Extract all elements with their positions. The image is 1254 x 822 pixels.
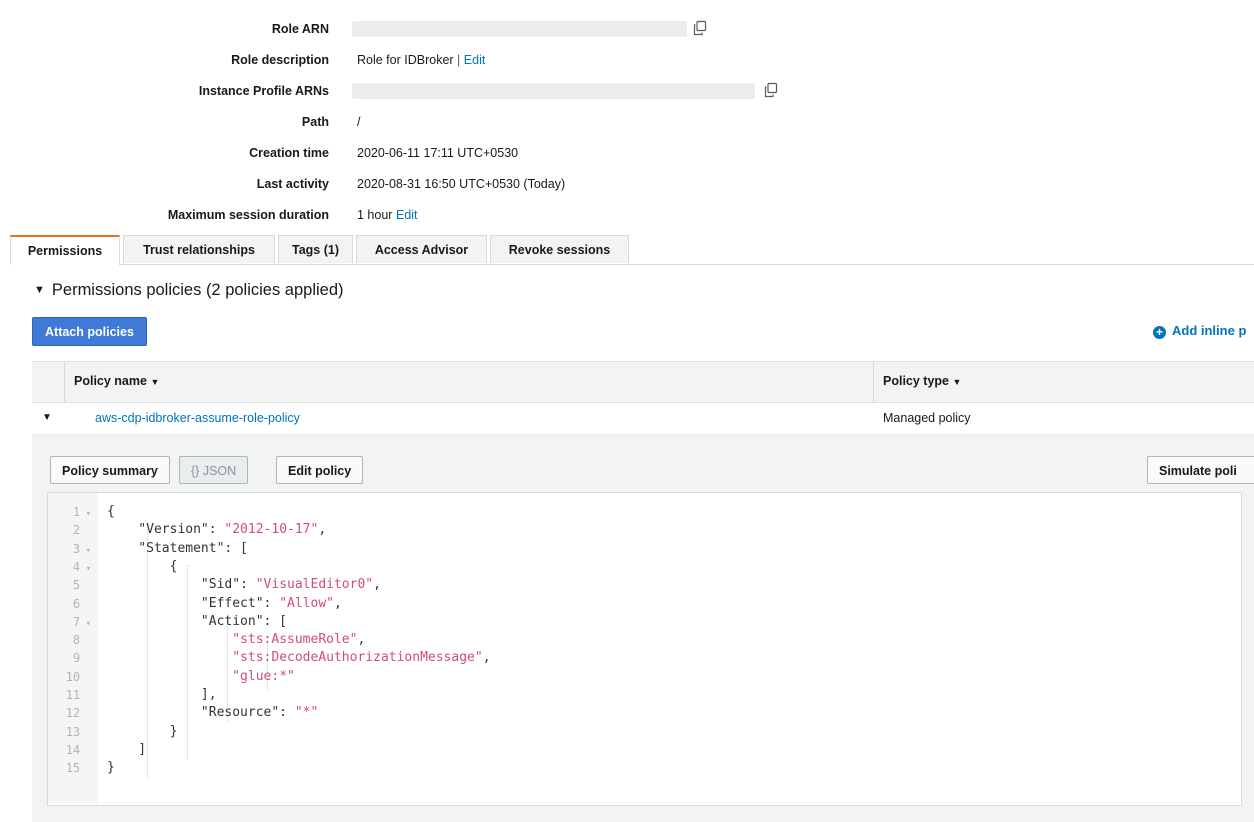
code-line: "sts:DecodeAuthorizationMessage", bbox=[232, 650, 491, 666]
fold-caret-icon[interactable]: ▾ bbox=[80, 564, 91, 574]
fold-caret-icon[interactable]: ▾ bbox=[80, 509, 91, 519]
copy-icon[interactable] bbox=[763, 82, 779, 98]
line-number: 14 bbox=[65, 742, 81, 757]
add-inline-label: Add inline p bbox=[1172, 323, 1247, 338]
code-line: "glue:*" bbox=[232, 668, 295, 684]
code-line: ], bbox=[107, 687, 217, 702]
role-description-label: Role description bbox=[231, 53, 329, 67]
role-description-value: Role for IDBroker bbox=[357, 53, 454, 67]
max-session-value-wrap: 1 hour Edit bbox=[357, 208, 417, 222]
line-number: 3 ▾ bbox=[72, 541, 91, 556]
creation-time-label: Creation time bbox=[249, 146, 329, 160]
role-description-value-wrap: Role for IDBroker | Edit bbox=[357, 53, 485, 67]
copy-icon[interactable] bbox=[692, 20, 708, 36]
role-summary: Role ARN Role description Role for IDBro… bbox=[0, 14, 1254, 231]
code-line: "sts:AssumeRole", bbox=[232, 632, 366, 648]
line-number: 6 bbox=[72, 596, 81, 611]
role-arn-row: Role ARN bbox=[0, 14, 1254, 45]
max-session-label: Maximum session duration bbox=[167, 208, 329, 222]
caret-down-icon: ▼ bbox=[34, 284, 45, 296]
edit-description-link[interactable]: Edit bbox=[464, 53, 486, 67]
line-number: 15 bbox=[65, 761, 81, 776]
permissions-policies-header[interactable]: ▼ Permissions policies (2 policies applie… bbox=[34, 281, 344, 300]
section-title-text: Permissions policies (2 policies applied… bbox=[51, 281, 344, 299]
tab-permissions[interactable]: Permissions bbox=[10, 235, 120, 265]
role-arn-label: Role ARN bbox=[271, 22, 329, 36]
code-line: ] bbox=[107, 741, 147, 757]
sort-caret-icon: ▼ bbox=[952, 377, 962, 387]
max-session-value: 1 hour bbox=[357, 208, 393, 222]
line-number: 11 bbox=[65, 688, 81, 702]
line-number: 5 bbox=[72, 578, 81, 593]
instance-profile-row: Instance Profile ARNs bbox=[0, 76, 1254, 107]
code-line: } bbox=[107, 723, 178, 739]
line-number: 2 bbox=[72, 523, 81, 538]
fold-caret-icon[interactable]: ▾ bbox=[80, 546, 91, 556]
line-number: 9 bbox=[72, 651, 81, 666]
max-session-row: Maximum session duration 1 hour Edit bbox=[0, 200, 1254, 231]
column-policy-name[interactable]: Policy name ▼ bbox=[74, 374, 159, 388]
policy-summary-button[interactable]: Policy summary bbox=[50, 456, 170, 484]
tab-trust-relationships[interactable]: Trust relationships bbox=[123, 235, 275, 263]
instance-profile-value-redacted bbox=[352, 83, 755, 99]
column-policy-name-label: Policy name bbox=[74, 374, 147, 388]
table-row: ▼ aws-cdp-idbroker-assume-role-policy Ma… bbox=[32, 402, 1254, 435]
expand-row-icon[interactable]: ▼ bbox=[42, 412, 52, 423]
role-tabs: Permissions Trust relationships Tags (1)… bbox=[10, 235, 1254, 265]
json-button[interactable]: {} JSON bbox=[179, 456, 249, 484]
line-number: 10 bbox=[65, 669, 81, 684]
policies-table-header: Policy name ▼ Policy type ▼ bbox=[32, 361, 1254, 403]
simulate-policy-button[interactable]: Simulate poli bbox=[1147, 456, 1254, 484]
creation-time-row: Creation time 2020-06-11 17:11 UTC+0530 bbox=[0, 138, 1254, 169]
column-policy-type-label: Policy type bbox=[883, 374, 949, 388]
instance-profile-label: Instance Profile ARNs bbox=[198, 84, 329, 98]
code-line: "Action": [ bbox=[107, 613, 288, 629]
line-number: 7 ▾ bbox=[72, 614, 91, 629]
path-value: / bbox=[357, 115, 361, 129]
last-activity-value: 2020-08-31 16:50 UTC+0530 (Today) bbox=[357, 177, 566, 191]
line-number: 4 ▾ bbox=[72, 559, 91, 574]
path-row: Path / bbox=[0, 107, 1254, 138]
fold-caret-icon[interactable]: ▾ bbox=[80, 619, 91, 629]
code-line: "Sid": "VisualEditor0", bbox=[107, 577, 381, 593]
last-activity-label: Last activity bbox=[256, 177, 329, 191]
column-divider bbox=[873, 362, 874, 402]
policy-name-link[interactable]: aws-cdp-idbroker-assume-role-policy bbox=[95, 411, 300, 425]
expand-column-header bbox=[32, 362, 65, 402]
edit-session-duration-link[interactable]: Edit bbox=[396, 208, 418, 222]
tab-revoke-sessions[interactable]: Revoke sessions bbox=[490, 235, 629, 263]
code-line: "Resource": "*" bbox=[107, 705, 319, 721]
sort-caret-icon: ▼ bbox=[150, 377, 160, 387]
separator: | bbox=[457, 53, 461, 67]
add-inline-policy-link[interactable]: + Add inline p bbox=[1153, 323, 1246, 339]
tab-access-advisor[interactable]: Access Advisor bbox=[356, 235, 487, 263]
policy-type-value: Managed policy bbox=[883, 411, 971, 425]
code-line: } bbox=[107, 760, 115, 776]
code-line: { bbox=[107, 504, 115, 519]
creation-time-value: 2020-06-11 17:11 UTC+0530 bbox=[357, 146, 519, 160]
json-editor[interactable]: 1 ▾ {2 "Version": "2012-10-17", 3 ▾ "State… bbox=[47, 492, 1242, 806]
edit-policy-button[interactable]: Edit policy bbox=[276, 456, 364, 484]
role-arn-value-redacted bbox=[352, 21, 687, 37]
code-line: "Version": "2012-10-17", bbox=[107, 522, 327, 538]
line-number: 8 bbox=[72, 633, 81, 648]
plus-circle-icon: + bbox=[1153, 326, 1166, 339]
role-description-row: Role description Role for IDBroker | Edi… bbox=[0, 45, 1254, 76]
last-activity-row: Last activity 2020-08-31 16:50 UTC+0530 … bbox=[0, 169, 1254, 200]
column-policy-type[interactable]: Policy type ▼ bbox=[883, 374, 961, 388]
line-number: 13 bbox=[65, 724, 81, 739]
code-line: "Effect": "Allow", bbox=[107, 595, 342, 611]
attach-policies-button[interactable]: Attach policies bbox=[32, 317, 147, 346]
line-number: 1 ▾ bbox=[72, 505, 91, 519]
path-label: Path bbox=[301, 115, 329, 129]
code-line: "Statement": [ bbox=[107, 540, 248, 556]
line-number: 12 bbox=[65, 706, 81, 721]
code-line: { bbox=[107, 558, 178, 574]
tab-tags[interactable]: Tags (1) bbox=[278, 235, 353, 263]
